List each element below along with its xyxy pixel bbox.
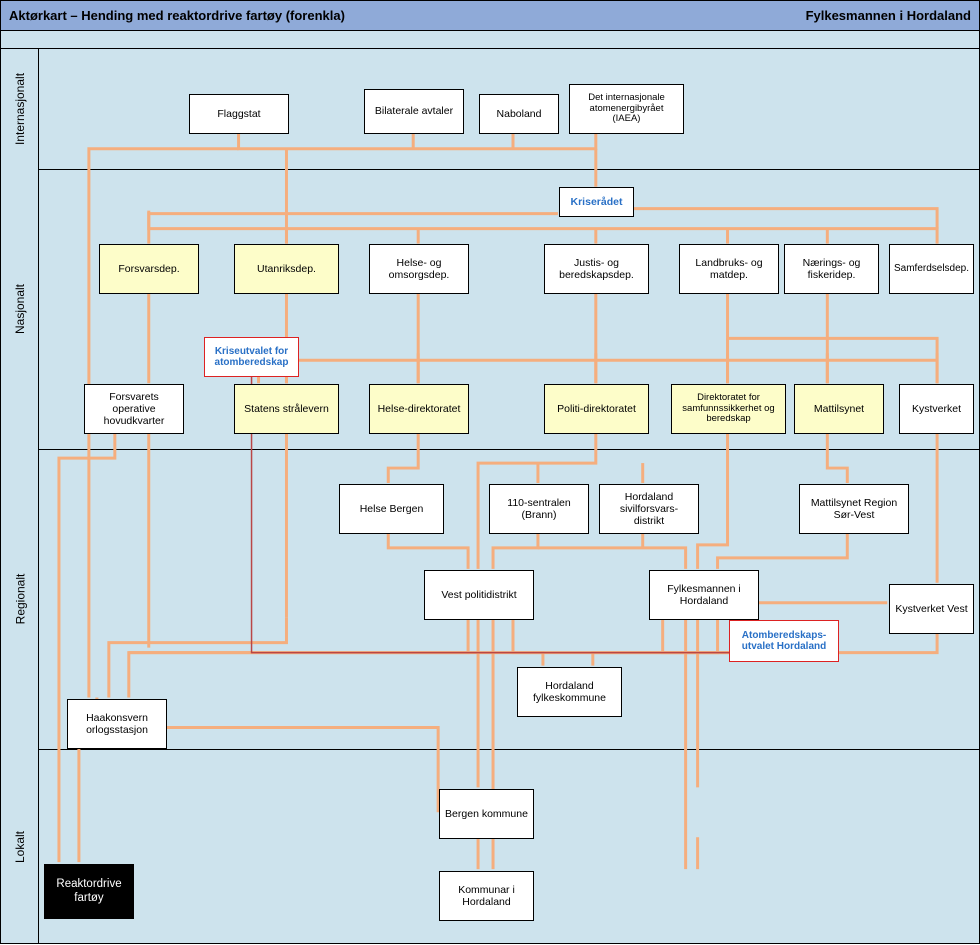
header-right: Fylkesmannen i Hordaland [806, 8, 971, 23]
node-naeringsdep: Nærings- og fiskeridep. [784, 244, 879, 294]
node-fohk: Forsvarets operative hovudkvarter [84, 384, 184, 434]
node-samferdselsdep: Samferdselsdep. [889, 244, 974, 294]
node-110-sentralen: 110-sentralen (Brann) [489, 484, 589, 534]
node-bergen-kommune: Bergen kommune [439, 789, 534, 839]
node-mattilsynet-sv: Mattilsynet Region Sør-Vest [799, 484, 909, 534]
node-haakonsvern: Haakonsvern orlogsstasjon [67, 699, 167, 749]
level-label-loc: Lokalt [1, 749, 39, 945]
level-label-nat: Nasjonalt [1, 169, 39, 449]
node-utanriksdep: Utanriksdep. [234, 244, 339, 294]
node-bilaterale: Bilaterale avtaler [364, 89, 464, 134]
header-title: Aktørkart – Hending med reaktordrive far… [9, 8, 345, 23]
node-kystverket-vest: Kystverket Vest [889, 584, 974, 634]
header: Aktørkart – Hending med reaktordrive far… [1, 1, 979, 31]
node-sivilforsvar: Hordaland sivilforsvars-distrikt [599, 484, 699, 534]
node-fylkesmannen: Fylkesmannen i Hordaland [649, 570, 759, 620]
node-mattilsynet: Mattilsynet [794, 384, 884, 434]
diagram-main: Flaggstat Bilaterale avtaler Naboland De… [39, 49, 979, 943]
node-kriseutvalet: Kriseutvalet for atomberedskap [204, 337, 299, 377]
node-reaktordrive-fartoy: Reaktordrive fartøy [44, 864, 134, 919]
node-vest-pd: Vest politidistrikt [424, 570, 534, 620]
level-label-reg: Regionalt [1, 449, 39, 749]
node-kriseradet: Kriserådet [559, 187, 634, 217]
node-forsvarsdep: Forsvarsdep. [99, 244, 199, 294]
node-stralevern: Statens strålevern [234, 384, 339, 434]
node-landbruksdep: Landbruks- og matdep. [679, 244, 779, 294]
node-justisdep: Justis- og beredskapsdep. [544, 244, 649, 294]
content: Internasjonalt Nasjonalt Regionalt Lokal… [1, 49, 979, 943]
diagram-frame: Aktørkart – Hending med reaktordrive far… [0, 0, 980, 944]
node-helse-bergen: Helse Bergen [339, 484, 444, 534]
node-helsedep: Helse- og omsorgsdep. [369, 244, 469, 294]
node-atomberedskapsutvalet: Atomberedskaps-utvalet Hordaland [729, 620, 839, 662]
node-dsb: Direktoratet for samfunnssikkerhet og be… [671, 384, 786, 434]
node-kommunar: Kommunar i Hordaland [439, 871, 534, 921]
node-poldir: Politi-direktoratet [544, 384, 649, 434]
node-kystverket: Kystverket [899, 384, 974, 434]
subheader [1, 31, 979, 49]
node-helsedir: Helse-direktoratet [369, 384, 469, 434]
node-iaea: Det internasjonale atomenergibyrået (IAE… [569, 84, 684, 134]
level-label-column: Internasjonalt Nasjonalt Regionalt Lokal… [1, 49, 39, 943]
node-fylkeskommune: Hordaland fylkeskommune [517, 667, 622, 717]
node-naboland: Naboland [479, 94, 559, 134]
level-label-intl: Internasjonalt [1, 49, 39, 169]
node-flaggstat: Flaggstat [189, 94, 289, 134]
